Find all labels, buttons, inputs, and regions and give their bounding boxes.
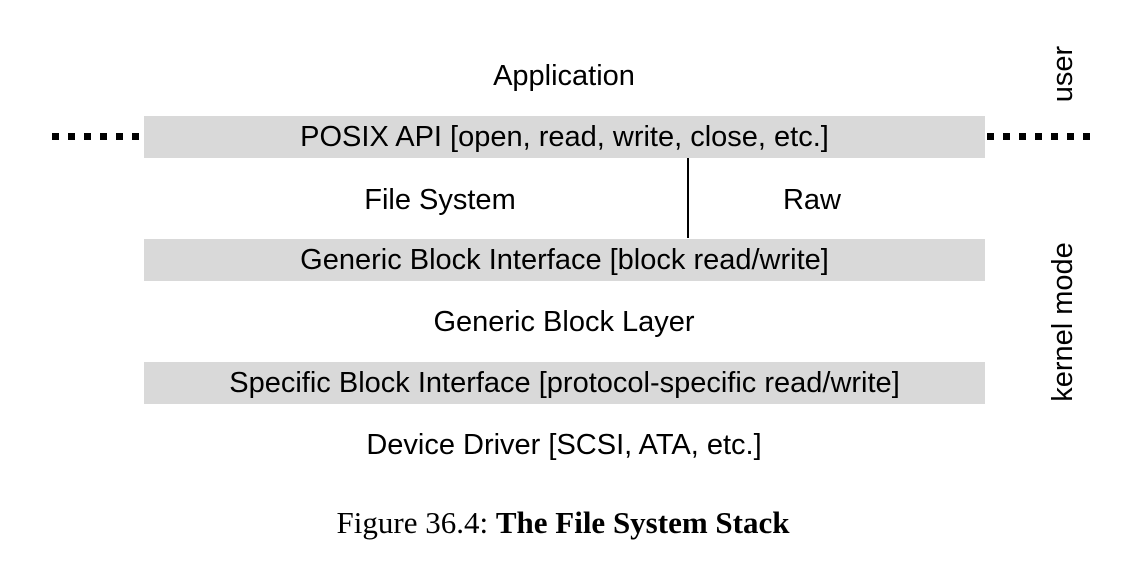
file-system-raw-divider bbox=[687, 158, 689, 238]
generic-block-layer: Generic Block Layer bbox=[433, 306, 695, 338]
file-system-layer: File System bbox=[364, 184, 516, 216]
figure-caption: Figure 36.4: The File System Stack bbox=[0, 503, 1126, 543]
posix-api-band: POSIX API [open, read, write, close, etc… bbox=[144, 116, 985, 158]
posix-api-label: POSIX API [open, read, write, close, etc… bbox=[300, 121, 829, 153]
caption-title: The File System Stack bbox=[495, 505, 790, 540]
user-kernel-boundary-left bbox=[52, 133, 139, 140]
user-kernel-boundary-right bbox=[987, 133, 1092, 140]
application-layer: Application bbox=[493, 60, 635, 92]
generic-block-interface-label: Generic Block Interface [block read/writ… bbox=[300, 244, 829, 276]
device-driver-layer: Device Driver [SCSI, ATA, etc.] bbox=[366, 429, 762, 461]
caption-prefix: Figure 36.4: bbox=[336, 505, 489, 540]
specific-block-interface-band: Specific Block Interface [protocol-speci… bbox=[144, 362, 985, 404]
generic-block-interface-band: Generic Block Interface [block read/writ… bbox=[144, 239, 985, 281]
specific-block-interface-label: Specific Block Interface [protocol-speci… bbox=[229, 367, 900, 399]
raw-layer: Raw bbox=[782, 184, 841, 216]
user-side-label: user bbox=[1047, 45, 1079, 103]
kernel-mode-side-label: kernel mode bbox=[1047, 242, 1079, 402]
